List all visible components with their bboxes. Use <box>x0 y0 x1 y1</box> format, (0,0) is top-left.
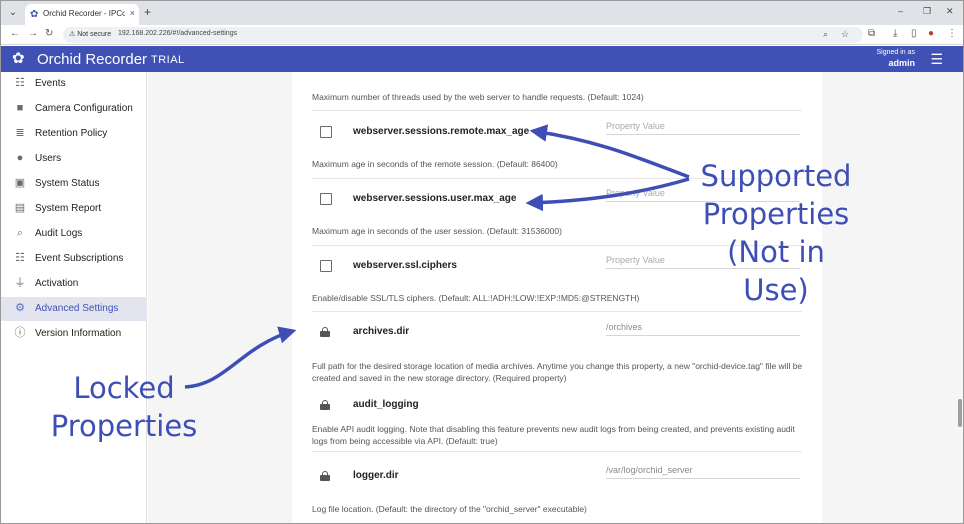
subscriptions-icon: ☷ <box>15 252 25 264</box>
annotation-line: Use) <box>743 273 809 307</box>
hamburger-menu-icon[interactable]: ☰ <box>930 51 943 67</box>
sidebar-item-label: Camera Configuration <box>35 103 133 114</box>
sidebar-item-label: Event Subscriptions <box>35 253 124 264</box>
sidebar-item-audit-logs[interactable]: ⌕ Audit Logs <box>1 222 147 246</box>
sidebar-item-label: Audit Logs <box>35 228 83 239</box>
orchid-logo-icon: ✿ <box>12 50 25 67</box>
property-name: webserver.ssl.ciphers <box>353 260 457 271</box>
sidebar-item-label: Advanced Settings <box>35 303 119 314</box>
report-icon: ▤ <box>14 202 26 214</box>
reload-icon[interactable]: ↻ <box>45 28 53 40</box>
url-input[interactable]: ⚠ Not secure 192.168.202.226/#!/advanced… <box>63 27 863 43</box>
divider <box>312 110 802 111</box>
sidebar-item-users[interactable]: ● Users <box>1 147 147 171</box>
sidebar-nav: ☷ Events ■ Camera Configuration ≣ Retent… <box>1 72 147 523</box>
new-tab-button[interactable]: + <box>144 5 151 19</box>
side-panel-icon[interactable]: ▯ <box>911 28 917 40</box>
user-icon: ● <box>16 152 24 164</box>
profile-avatar-icon[interactable]: ● <box>928 28 934 40</box>
property-value-input[interactable]: Property Value <box>606 121 800 135</box>
forward-icon[interactable]: → <box>28 28 38 40</box>
address-bar-row: ← → ↻ ⚠ Not secure 192.168.202.226/#!/ad… <box>1 25 963 45</box>
browser-tab[interactable]: ✿ Orchid Recorder - IPConfigure × <box>25 4 139 25</box>
database-icon: ≣ <box>15 127 25 139</box>
annotation-line: Supported <box>700 159 852 193</box>
property-name: webserver.sessions.remote.max_age <box>353 126 530 137</box>
tab-title: Orchid Recorder - IPConfigure <box>43 9 125 18</box>
annotation-line: Properties <box>702 197 850 231</box>
sidebar-item-system-status[interactable]: ▣ System Status <box>1 172 147 196</box>
property-checkbox[interactable] <box>320 126 332 138</box>
plug-icon: ⏚ <box>14 277 26 289</box>
property-value-input: /orchives <box>606 322 800 336</box>
download-icon[interactable]: ⤓ <box>893 28 897 40</box>
orchid-favicon-icon: ✿ <box>30 9 39 20</box>
url-text: 192.168.202.226/#!/advanced-settings <box>118 30 238 37</box>
property-checkbox[interactable] <box>320 260 332 272</box>
sidebar-item-label: Retention Policy <box>35 128 108 139</box>
sidebar-item-version-information[interactable]: ⓘ Version Information <box>1 322 147 346</box>
browser-menu-icon[interactable]: ⋮ <box>947 28 957 40</box>
app-header: ✿ Orchid Recorder TRIAL Signed in as adm… <box>1 46 963 72</box>
sidebar-item-label: Users <box>35 153 62 164</box>
property-description: Enable API audit logging. Note that disa… <box>312 424 795 446</box>
status-icon: ▣ <box>14 177 26 189</box>
restore-icon[interactable]: ❐ <box>923 6 931 17</box>
tab-search-icon[interactable]: ⌄ <box>6 6 20 20</box>
property-name: logger.dir <box>353 470 399 481</box>
sidebar-item-label: Activation <box>35 278 79 289</box>
security-label: Not secure <box>77 31 112 38</box>
annotation-line: (Not in <box>727 235 825 269</box>
property-name: webserver.sessions.user.max_age <box>353 193 517 204</box>
divider <box>312 311 802 312</box>
audit-icon: ⌕ <box>16 227 24 239</box>
extensions-icon[interactable]: ⧉ <box>868 28 875 40</box>
signed-in-label: Signed in as <box>876 49 915 56</box>
property-description: Log file location. (Default: the directo… <box>312 504 587 514</box>
signed-in-user[interactable]: admin <box>855 58 915 68</box>
divider <box>312 451 802 452</box>
sidebar-item-event-subscriptions[interactable]: ☷ Event Subscriptions <box>1 247 147 271</box>
sidebar-item-label: Version Information <box>35 328 122 339</box>
sidebar-item-retention-policy[interactable]: ≣ Retention Policy <box>1 122 147 146</box>
bookmark-star-icon[interactable]: ☆ <box>841 29 849 40</box>
tab-close-icon[interactable]: × <box>130 8 135 18</box>
events-icon: ☷ <box>15 77 25 89</box>
close-window-icon[interactable]: ✕ <box>946 6 954 17</box>
supported-properties-annotation: Supported Properties (Not in Use) <box>691 157 861 309</box>
sidebar-item-system-report[interactable]: ▤ System Report <box>1 197 147 221</box>
sidebar-item-label: Events <box>35 78 66 89</box>
minimize-icon[interactable]: – <box>898 6 903 16</box>
lock-icon <box>320 327 330 337</box>
lock-icon <box>320 471 330 481</box>
annotation-line: Properties <box>50 409 198 443</box>
sidebar-item-events[interactable]: ☷ Events <box>1 72 147 96</box>
browser-tabstrip: ⌄ ✿ Orchid Recorder - IPConfigure × + – … <box>1 1 963 25</box>
zoom-icon[interactable]: ⌕ <box>823 29 828 40</box>
sidebar-item-advanced-settings[interactable]: ⚙ Advanced Settings <box>1 297 147 321</box>
gears-icon: ⚙ <box>15 302 25 314</box>
not-secure-badge[interactable]: ⚠ Not secure <box>69 30 111 38</box>
app-title: Orchid Recorder <box>37 51 148 68</box>
page-scrollbar-thumb[interactable] <box>958 399 962 427</box>
sidebar-item-label: System Report <box>35 203 102 214</box>
info-icon: ⓘ <box>14 327 26 339</box>
screenshot-frame: ⌄ ✿ Orchid Recorder - IPConfigure × + – … <box>0 0 964 524</box>
property-value-input: /var/log/orchid_server <box>606 465 800 479</box>
property-name: archives.dir <box>353 326 410 337</box>
lock-icon <box>320 400 330 410</box>
property-checkbox[interactable] <box>320 193 332 205</box>
trial-badge: TRIAL <box>151 54 185 66</box>
sidebar-item-label: System Status <box>35 178 100 189</box>
annotation-line: Locked <box>73 371 175 405</box>
sidebar-item-camera-configuration[interactable]: ■ Camera Configuration <box>1 97 147 121</box>
back-icon[interactable]: ← <box>10 28 20 40</box>
locked-properties-annotation: Locked Properties <box>39 369 209 445</box>
property-description: Maximum number of threads used by the we… <box>312 92 644 102</box>
sidebar-item-activation[interactable]: ⏚ Activation <box>1 272 147 296</box>
property-name: audit_logging <box>353 399 419 410</box>
camera-icon: ■ <box>16 102 24 114</box>
property-description: Full path for the desired storage locati… <box>312 361 803 383</box>
